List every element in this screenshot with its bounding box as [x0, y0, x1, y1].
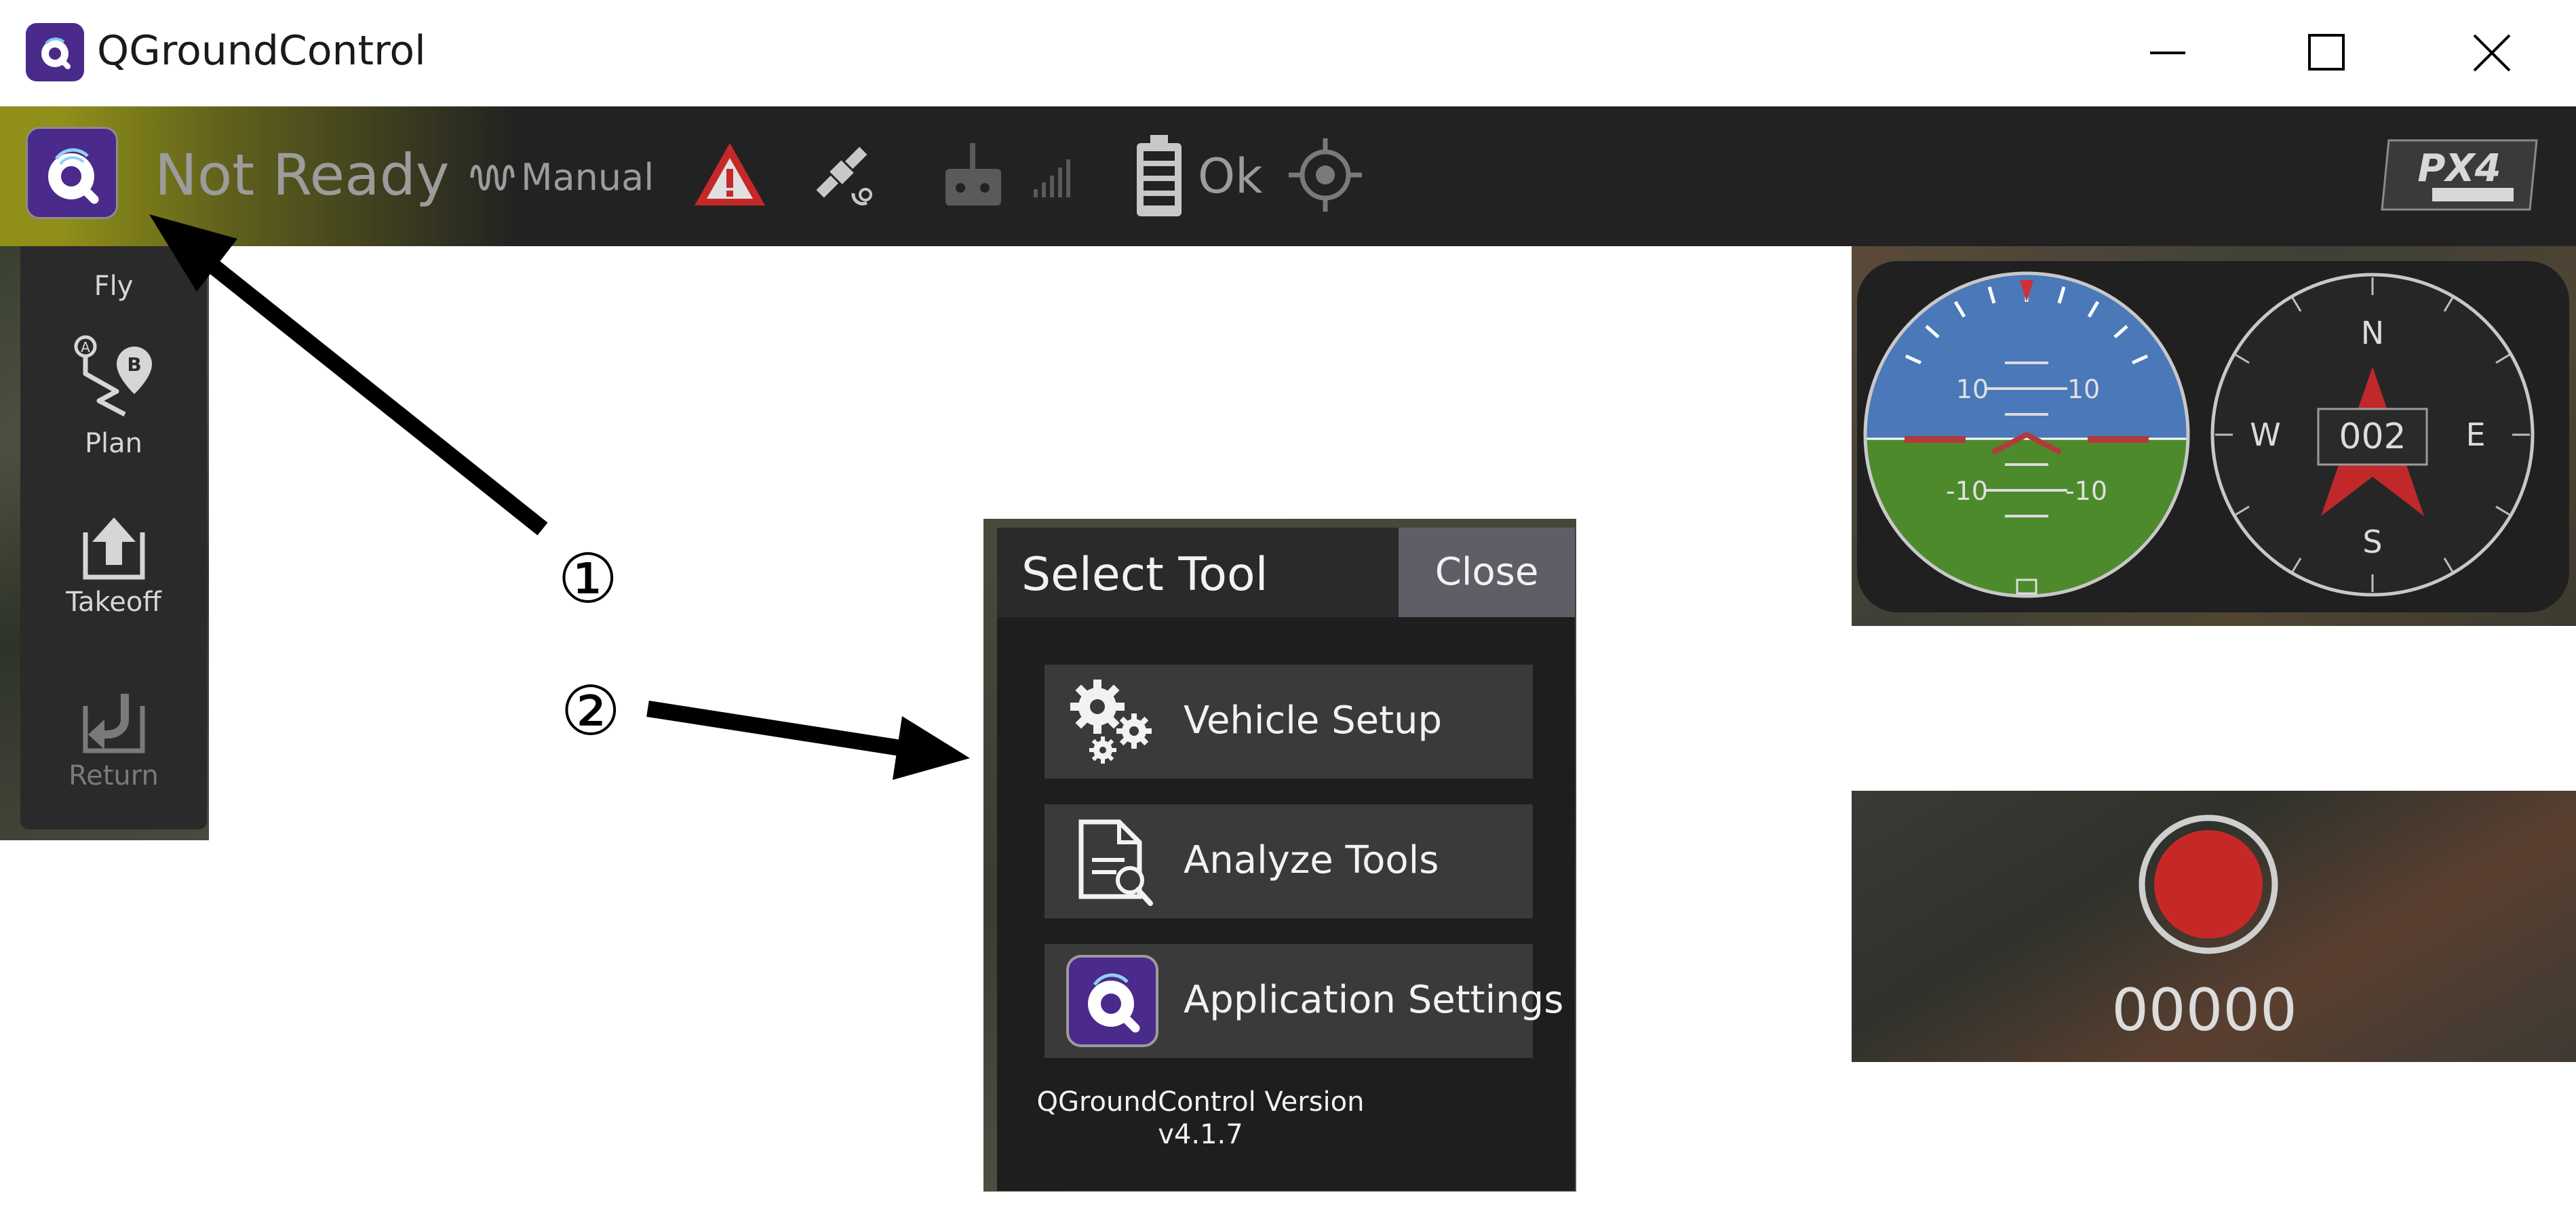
satellite-gps-icon[interactable]	[804, 135, 884, 215]
attitude-indicator: 10 10 -10 -10	[1863, 271, 2190, 598]
battery-icon[interactable]	[1134, 134, 1184, 219]
window-title-bar: QGroundControl	[0, 0, 2576, 106]
analyze-tools-button[interactable]: Analyze Tools	[1045, 804, 1533, 918]
compass-north: N	[2361, 315, 2384, 351]
svg-text:B: B	[127, 353, 141, 376]
battery-status[interactable]: Ok	[1198, 149, 1263, 204]
toolstrip-fly[interactable]: Fly	[20, 271, 207, 302]
main-toolbar: Not Ready Manual Ok PX4	[0, 106, 2576, 246]
rc-signal-icon	[1034, 159, 1070, 197]
toolstrip-fly-label: Fly	[94, 271, 134, 302]
svg-text:A: A	[81, 339, 90, 355]
pitch-label: -10	[2065, 476, 2107, 506]
analyze-tools-label: Analyze Tools	[1184, 838, 1439, 882]
window-title: QGroundControl	[97, 27, 426, 75]
qgc-logo-button[interactable]	[26, 127, 118, 219]
pitch-label: 10	[1956, 374, 1989, 404]
toolstrip-plan[interactable]: A B Plan	[20, 326, 207, 459]
pitch-label: -10	[1946, 476, 1988, 506]
vehicle-status[interactable]: Not Ready	[155, 142, 450, 208]
plan-path-icon: A B	[74, 335, 152, 417]
minimize-button[interactable]	[2130, 20, 2204, 88]
annotation-label-2: ②	[560, 671, 621, 751]
select-tool-dialog: Select Tool Close Vehicle Setup Analyze …	[997, 528, 1575, 1191]
px4-logo-text: PX4	[2417, 146, 2501, 191]
fly-toolstrip: Fly A B Plan Takeoff Return	[20, 246, 207, 829]
toolstrip-return-label: Return	[69, 760, 159, 791]
close-window-button[interactable]	[2454, 20, 2529, 88]
annotation-label-1: ①	[558, 539, 619, 618]
app-icon	[26, 23, 84, 81]
rtk-target-icon[interactable]	[1287, 137, 1363, 213]
version-title: QGroundControl Version	[1036, 1086, 1365, 1118]
toolstrip-takeoff-label: Takeoff	[66, 587, 161, 618]
vehicle-setup-button[interactable]: Vehicle Setup	[1045, 665, 1533, 779]
record-time: 00000	[2111, 977, 2297, 1044]
warning-icon[interactable]	[690, 139, 769, 210]
pitch-label: 10	[2067, 374, 2100, 404]
takeoff-icon	[83, 517, 144, 580]
compass-east: E	[2465, 416, 2485, 453]
toolstrip-takeoff[interactable]: Takeoff	[20, 512, 207, 618]
compass: N E S W 002	[2210, 273, 2535, 597]
flight-mode[interactable]: Manual	[521, 156, 654, 199]
record-button[interactable]	[2136, 812, 2280, 956]
vehicle-setup-label: Vehicle Setup	[1184, 699, 1443, 743]
dialog-title: Select Tool	[1021, 548, 1268, 602]
flight-mode-icon	[470, 165, 515, 191]
flight-instruments: 10 10 -10 -10 N E S W 002	[1863, 271, 2535, 598]
toolstrip-plan-label: Plan	[84, 428, 143, 459]
toolstrip-return[interactable]: Return	[20, 686, 207, 791]
compass-west: W	[2250, 416, 2280, 453]
return-icon	[83, 694, 144, 753]
dialog-close-button[interactable]: Close	[1399, 528, 1575, 617]
px4-logo: PX4	[2381, 139, 2538, 211]
maximize-button[interactable]	[2289, 20, 2364, 88]
gears-icon	[1070, 680, 1152, 764]
analyze-document-icon	[1078, 819, 1153, 906]
dialog-header: Select Tool Close	[997, 528, 1575, 617]
rc-transmitter-icon[interactable]	[943, 140, 1004, 208]
application-settings-button[interactable]: Application Settings	[1045, 944, 1563, 1058]
application-settings-label: Application Settings	[1184, 978, 1564, 1022]
heading-readout: 002	[2339, 416, 2406, 457]
compass-south: S	[2362, 524, 2382, 560]
qgc-logo-icon	[1066, 955, 1158, 1047]
version-number: v4.1.7	[1158, 1119, 1243, 1150]
